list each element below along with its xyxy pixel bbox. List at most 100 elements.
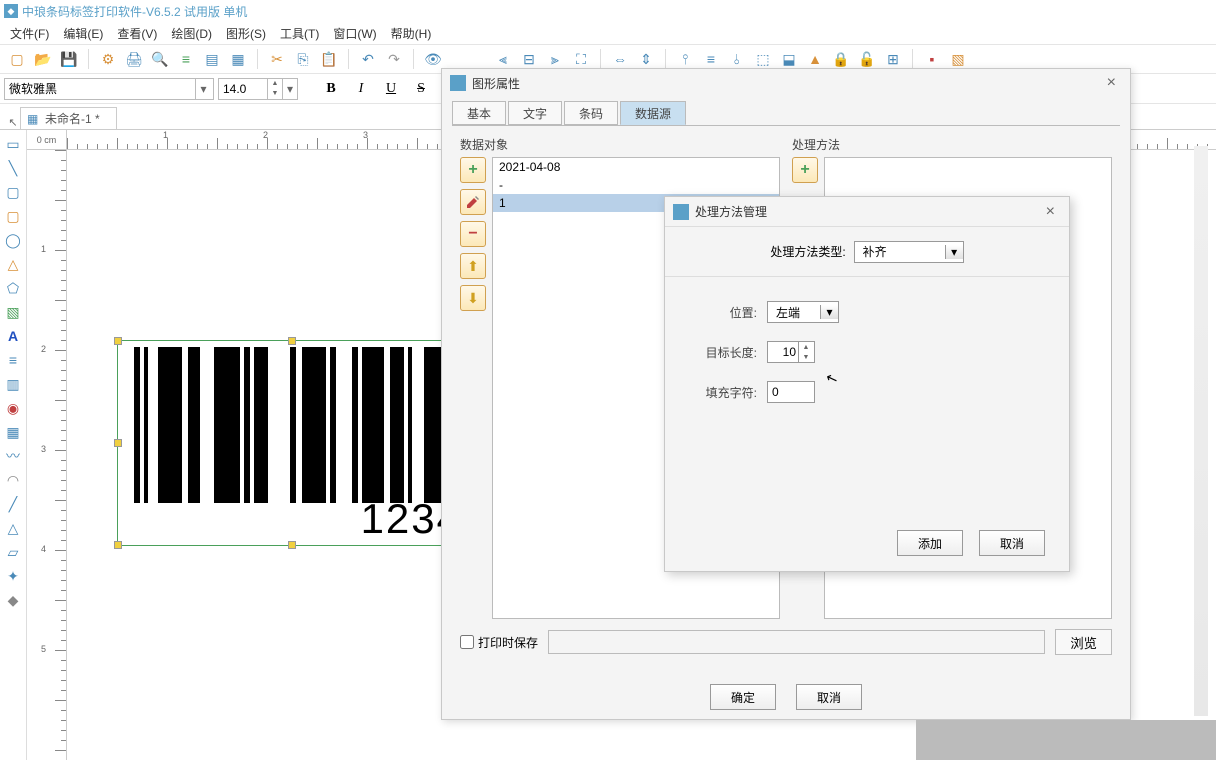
size-spinner[interactable]: ▲▼ <box>267 79 282 99</box>
tab-text[interactable]: 文字 <box>508 101 562 125</box>
strike-button[interactable]: S <box>408 78 434 100</box>
tool-star-icon[interactable]: ✦ <box>3 566 23 586</box>
dist-h-icon[interactable]: ⇔ <box>609 48 631 70</box>
position-select[interactable]: 左端 ▾ <box>767 301 839 323</box>
print-save-checkbox[interactable]: 打印时保存 <box>460 634 538 651</box>
tab-data[interactable]: 数据源 <box>620 101 686 125</box>
tool-barcode-icon[interactable]: ▥ <box>3 374 23 394</box>
grid-icon[interactable]: ▦ <box>227 48 249 70</box>
font-combo[interactable]: ▾ <box>4 78 214 100</box>
tool-curve-icon[interactable]: 〰 <box>3 446 23 466</box>
tool-table-icon[interactable]: ▦ <box>3 422 23 442</box>
document-tab[interactable]: 未命名-1 * <box>20 107 117 129</box>
tool-line-icon[interactable]: ╲ <box>3 158 23 178</box>
list-item[interactable]: 2021-04-08 <box>493 158 779 176</box>
redo-icon[interactable]: ↷ <box>383 48 405 70</box>
align-bot-icon[interactable]: ⫰ <box>726 48 748 70</box>
menu-help[interactable]: 帮助(H) <box>385 25 438 42</box>
tab-basic[interactable]: 基本 <box>452 101 506 125</box>
scrollbar-vertical[interactable] <box>1194 146 1208 716</box>
cancel-button[interactable]: 取消 <box>796 684 862 710</box>
menu-window[interactable]: 窗口(W) <box>327 25 382 42</box>
tool-text-icon[interactable]: A <box>3 326 23 346</box>
font-input[interactable] <box>5 79 195 99</box>
ok-button[interactable]: 确定 <box>710 684 776 710</box>
print-icon[interactable]: 🖨 <box>123 48 145 70</box>
chevron-down-icon[interactable]: ▾ <box>945 245 963 259</box>
menu-shape[interactable]: 图形(S) <box>220 25 272 42</box>
cut-icon[interactable]: ✂ <box>266 48 288 70</box>
undo-icon[interactable]: ↶ <box>357 48 379 70</box>
size-combo[interactable]: ▲▼ ▾ <box>218 78 298 100</box>
tool-image-icon[interactable]: ▧ <box>3 302 23 322</box>
gear-icon[interactable]: ⚙ <box>97 48 119 70</box>
open-icon[interactable]: 📂 <box>32 48 54 70</box>
fit-icon[interactable]: ⛶ <box>570 48 592 70</box>
ungroup-icon[interactable]: ⬓ <box>778 48 800 70</box>
preview-icon[interactable]: 👁 <box>422 48 444 70</box>
db-icon[interactable]: ≡ <box>175 48 197 70</box>
save-icon[interactable]: 💾 <box>58 48 80 70</box>
dist-v-icon[interactable]: ⇕ <box>635 48 657 70</box>
remove-button[interactable]: − <box>460 221 486 247</box>
tool-arc-icon[interactable]: ◠ <box>3 470 23 490</box>
italic-button[interactable]: I <box>348 78 374 100</box>
front-icon[interactable]: ▲ <box>804 48 826 70</box>
underline-button[interactable]: U <box>378 78 404 100</box>
export-icon[interactable]: ▧ <box>947 48 969 70</box>
layers-icon[interactable]: ▤ <box>201 48 223 70</box>
add-button[interactable]: + <box>460 157 486 183</box>
chevron-down-icon[interactable]: ▾ <box>282 79 297 99</box>
lock-icon[interactable]: 🔒 <box>830 48 852 70</box>
menu-draw[interactable]: 绘图(D) <box>165 25 218 42</box>
cancel-button[interactable]: 取消 <box>979 530 1045 556</box>
tool-triangle2-icon[interactable]: △ <box>3 518 23 538</box>
cursor-icon[interactable]: ↖ <box>6 116 20 129</box>
movedown-button[interactable]: ⬇ <box>460 285 486 311</box>
menu-view[interactable]: 查看(V) <box>111 25 163 42</box>
zoom-icon[interactable]: 🔍 <box>149 48 171 70</box>
tool-diagonal-icon[interactable]: ╱ <box>3 494 23 514</box>
tool-rrect-icon[interactable]: ▢ <box>3 206 23 226</box>
menu-edit[interactable]: 编辑(E) <box>57 25 109 42</box>
tool-ellipse-icon[interactable]: ◯ <box>3 230 23 250</box>
barcode-object[interactable]: 1234 <box>117 340 467 546</box>
bold-button[interactable]: B <box>318 78 344 100</box>
tool-shape-icon[interactable]: ▱ <box>3 542 23 562</box>
dialog-titlebar[interactable]: 图形属性 × <box>442 69 1130 97</box>
length-input[interactable]: ▲▼ <box>767 341 815 363</box>
align-right-icon[interactable]: ⫸ <box>544 48 566 70</box>
align-top-icon[interactable]: ⫯ <box>674 48 696 70</box>
close-icon[interactable]: × <box>1040 203 1061 221</box>
chevron-down-icon[interactable]: ▾ <box>820 305 838 319</box>
snap-icon[interactable]: ⊞ <box>882 48 904 70</box>
add-button[interactable]: 添加 <box>897 530 963 556</box>
tab-barcode[interactable]: 条码 <box>564 101 618 125</box>
tool-qr-icon[interactable]: ◉ <box>3 398 23 418</box>
list-item[interactable]: - <box>493 176 779 194</box>
menu-tool[interactable]: 工具(T) <box>274 25 325 42</box>
size-input[interactable] <box>219 79 267 99</box>
moveup-button[interactable]: ⬆ <box>460 253 486 279</box>
tool-more-icon[interactable]: ◆ <box>3 590 23 610</box>
chevron-down-icon[interactable]: ▾ <box>195 79 211 99</box>
paste-icon[interactable]: 📋 <box>318 48 340 70</box>
type-select[interactable]: 补齐 ▾ <box>854 241 964 263</box>
close-icon[interactable]: × <box>1101 74 1122 92</box>
tool-select-icon[interactable]: ▭ <box>3 134 23 154</box>
fill-input[interactable] <box>767 381 815 403</box>
edit-button[interactable] <box>460 189 486 215</box>
menu-file[interactable]: 文件(F) <box>4 25 55 42</box>
copy-icon[interactable]: ⎘ <box>292 48 314 70</box>
pdf-icon[interactable]: ▪ <box>921 48 943 70</box>
tool-rect-icon[interactable]: ▢ <box>3 182 23 202</box>
tool-triangle-icon[interactable]: △ <box>3 254 23 274</box>
tool-polygon-icon[interactable]: ⬠ <box>3 278 23 298</box>
browse-button[interactable]: 浏览 <box>1055 629 1112 655</box>
align-left-icon[interactable]: ⫷ <box>492 48 514 70</box>
align-center-icon[interactable]: ⊟ <box>518 48 540 70</box>
group-icon[interactable]: ⬚ <box>752 48 774 70</box>
new-icon[interactable]: ▢ <box>6 48 28 70</box>
unlock-icon[interactable]: 🔓 <box>856 48 878 70</box>
align-mid-icon[interactable]: ≡ <box>700 48 722 70</box>
